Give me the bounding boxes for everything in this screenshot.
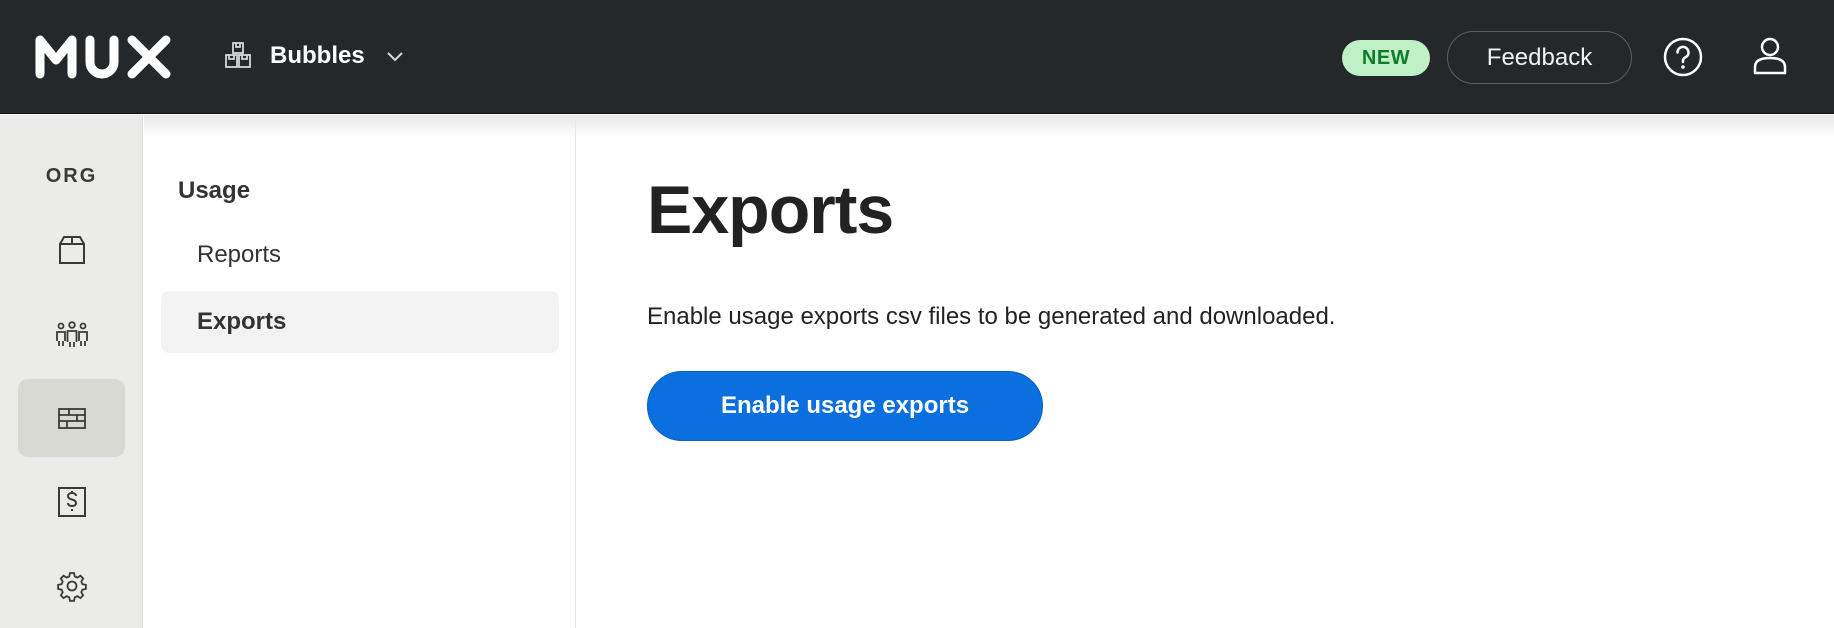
rail-item-usage[interactable] bbox=[18, 379, 125, 457]
mux-logo[interactable] bbox=[34, 32, 174, 80]
box-icon bbox=[58, 236, 85, 264]
rail-item-team[interactable] bbox=[18, 295, 125, 373]
page-description: Enable usage exports csv files to be gen… bbox=[647, 303, 1336, 330]
org-icon-rail: ORG bbox=[0, 115, 143, 628]
usage-icon bbox=[57, 408, 86, 429]
project-switcher[interactable]: Bubbles bbox=[222, 36, 405, 76]
enable-usage-exports-button[interactable]: Enable usage exports bbox=[647, 371, 1043, 441]
chevron-down-icon bbox=[386, 52, 403, 62]
team-icon bbox=[55, 321, 88, 347]
rail-item-billing[interactable] bbox=[18, 463, 125, 541]
gear-icon bbox=[56, 572, 87, 602]
user-account-icon[interactable] bbox=[1752, 36, 1788, 76]
help-icon[interactable] bbox=[1662, 36, 1704, 78]
new-badge[interactable]: NEW bbox=[1342, 40, 1430, 76]
rail-item-settings[interactable] bbox=[18, 547, 125, 625]
feedback-button[interactable]: Feedback bbox=[1447, 31, 1632, 84]
subnav-item-exports[interactable]: Exports bbox=[161, 291, 559, 353]
subnav-heading: Usage bbox=[178, 177, 251, 204]
subnav-item-reports[interactable]: Reports bbox=[161, 224, 559, 286]
page-title: Exports bbox=[647, 172, 894, 248]
rail-item-environments[interactable] bbox=[18, 211, 125, 289]
main-content: Exports Enable usage exports csv files t… bbox=[577, 115, 1834, 628]
rail-org-label: ORG bbox=[45, 165, 98, 187]
billing-icon bbox=[57, 487, 86, 517]
usage-subnav: Usage Reports Exports bbox=[144, 115, 576, 628]
project-boxes-icon bbox=[225, 42, 251, 68]
top-bar: Bubbles NEW Feedback bbox=[0, 0, 1834, 114]
project-name: Bubbles bbox=[270, 42, 365, 69]
